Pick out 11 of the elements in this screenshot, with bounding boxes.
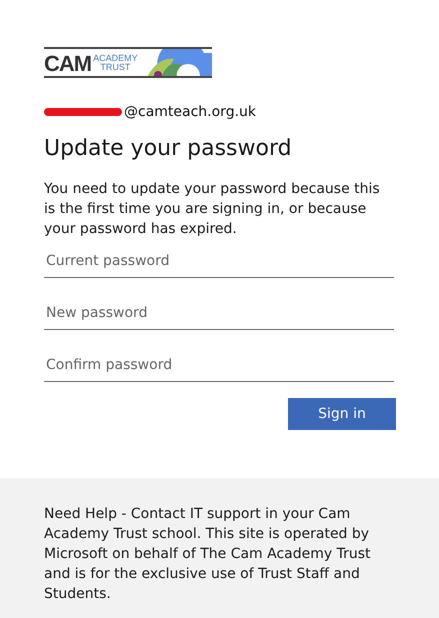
sign-in-button[interactable]: Sign in — [288, 398, 396, 430]
password-field[interactable]: New password — [44, 297, 394, 330]
logo-wordmark: CAM — [44, 52, 92, 74]
info-text: You need to update your password because this is the first time you are signing in, or because your password has expired. — [44, 180, 381, 239]
password-field[interactable]: Current password — [44, 245, 394, 278]
logo-subtitle: ACADEMY — [93, 54, 138, 62]
logo-subtitle: TRUST — [100, 62, 130, 72]
help-text: Need Help - Contact IT support in your Cam Academy Trust school. This site is operated by Microsoft on behalf of The Cam Academy Trust and is for the exclusive use of Trust Staff and Students. — [44, 506, 371, 602]
password-field[interactable]: Confirm password — [44, 349, 394, 382]
page-title: Update your password — [44, 135, 293, 163]
account-email: @camteach.org.uk — [124, 104, 256, 120]
